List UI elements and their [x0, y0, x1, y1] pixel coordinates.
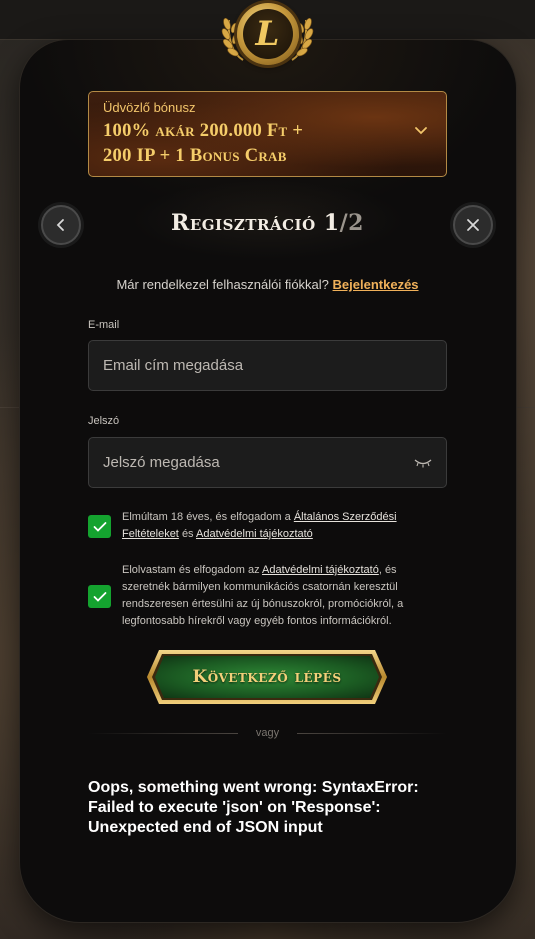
welcome-bonus-banner[interactable]: Üdvözlő bónusz 100% akár 200.000 Ft + 20… [88, 91, 447, 177]
email-placeholder: Email cím megadása [103, 357, 244, 374]
terms-checkbox[interactable] [88, 515, 111, 538]
chevron-down-icon[interactable] [414, 124, 428, 138]
next-step-label: Következő lépés [192, 667, 342, 687]
checkmark-icon [93, 521, 106, 532]
marketing-checkbox[interactable] [88, 585, 111, 608]
title-text: Regisztráció 1 [171, 210, 340, 236]
bonus-caption: Üdvözlő bónusz [103, 100, 196, 115]
title-step-suffix: /2 [339, 210, 364, 236]
checkmark-icon [93, 591, 106, 602]
logo-letter: L [242, 9, 293, 59]
bonus-headline-line-1: 100% akár 200.000 Ft + [103, 121, 304, 141]
next-step-button[interactable]: Következő lépés [147, 650, 387, 704]
marketing-privacy-link[interactable]: Adatvédelmi tájékoztató [262, 564, 379, 576]
brand-logo: L [215, 0, 320, 68]
or-divider-text: vagy [255, 727, 280, 739]
login-prompt-text: Már rendelkezel felhasználói fiókkal? [116, 277, 329, 292]
logo-ring: L [236, 3, 299, 65]
close-button[interactable] [453, 205, 493, 245]
error-message: Oops, something went wrong: SyntaxError:… [88, 779, 419, 836]
login-link[interactable]: Bejelentkezés [333, 277, 419, 292]
eye-closed-icon[interactable] [414, 458, 432, 468]
email-label: E-mail [88, 319, 120, 331]
email-field[interactable]: Email cím megadása [88, 340, 447, 391]
marketing-prefix: Elolvastam és elfogadom az [122, 564, 260, 576]
privacy-link[interactable]: Adatvédelmi tájékoztató [196, 528, 313, 540]
password-label: Jelszó [88, 415, 120, 427]
marketing-text: Elolvastam és elfogadom az Adatvédelmi t… [122, 562, 422, 630]
bonus-headline-line-2: 200 IP + 1 Bonus Crab [103, 146, 287, 166]
terms-prefix: Elmúltam 18 éves, és elfogadom a [122, 511, 291, 523]
login-prompt: Már rendelkezel felhasználói fiókkal? Be… [0, 277, 535, 292]
password-field[interactable]: Jelszó megadása [88, 437, 447, 488]
terms-text: Elmúltam 18 éves, és elfogadom a Általán… [122, 509, 422, 543]
password-placeholder: Jelszó megadása [103, 454, 220, 471]
terms-and: és [181, 528, 194, 540]
close-icon [467, 219, 479, 231]
